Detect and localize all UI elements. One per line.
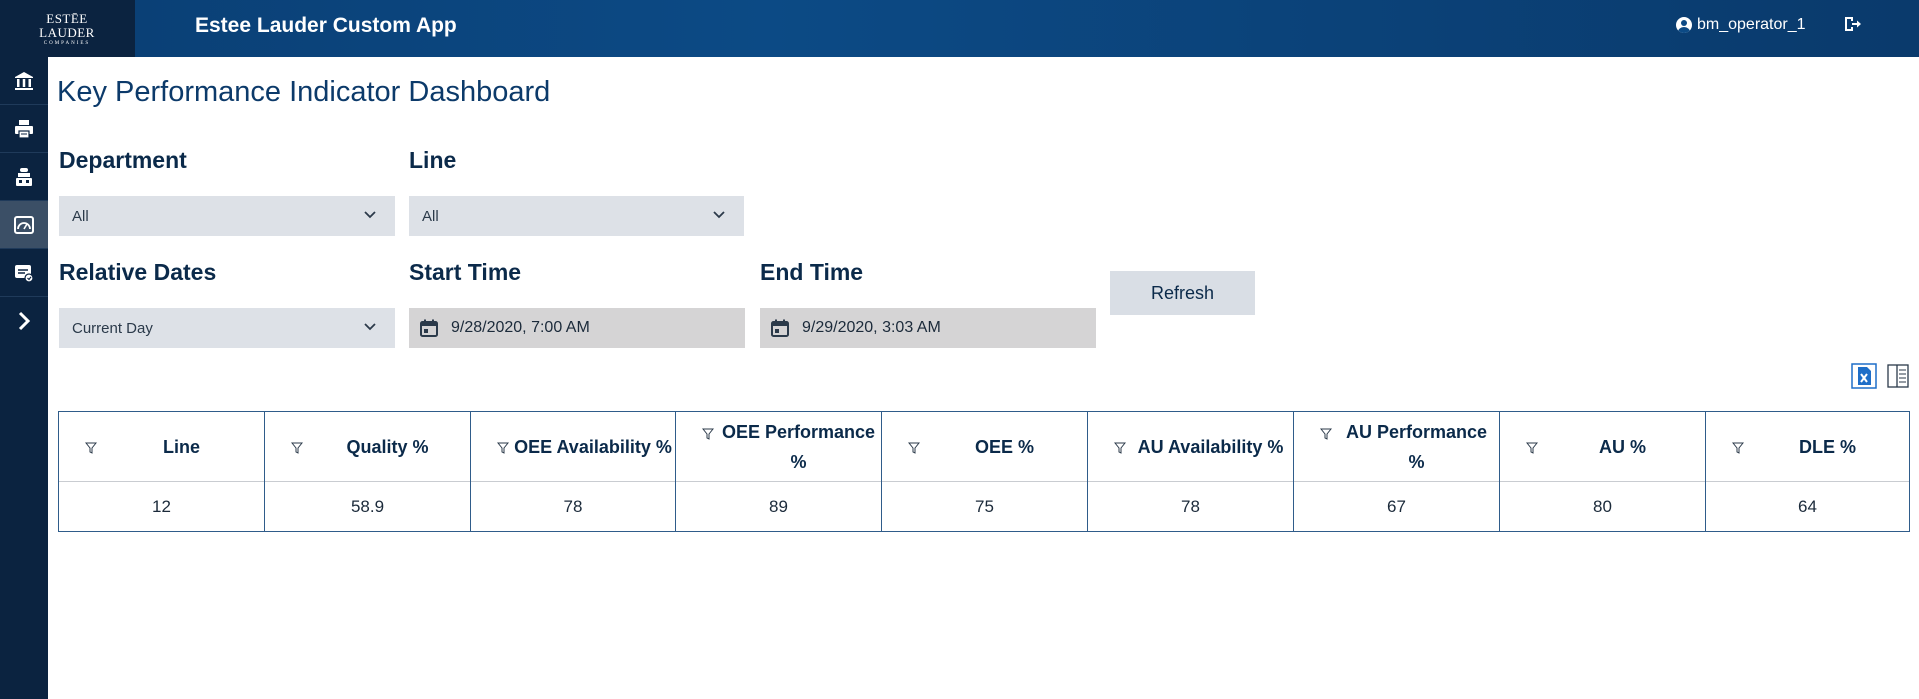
table-cell-au: 80 (1500, 482, 1706, 532)
sidebar-nav (0, 57, 48, 699)
column-chooser-icon[interactable] (1885, 363, 1911, 389)
end-time-field[interactable]: 9/29/2020, 3:03 AM (760, 308, 1096, 348)
calendar-icon (420, 319, 438, 337)
line-value: All (422, 207, 439, 225)
column-header-label: AU Availability % (1137, 437, 1284, 457)
sidebar-expand-toggle[interactable] (0, 297, 48, 345)
relative-dates-select[interactable]: Current Day (59, 308, 395, 348)
logout-icon[interactable] (1842, 14, 1862, 34)
chevron-right-icon (18, 311, 31, 331)
filter-icon[interactable] (908, 442, 920, 454)
department-label: Department (59, 147, 187, 173)
user-menu[interactable]: bm_operator_1 (1676, 16, 1806, 34)
page-title: Key Performance Indicator Dashboard (57, 76, 551, 108)
table-cell-oee-availability: 78 (471, 482, 676, 532)
table-cell-oee: 75 (882, 482, 1088, 532)
start-time-label: Start Time (409, 259, 522, 285)
report-icon (15, 264, 34, 283)
sidebar-item-print[interactable] (0, 105, 48, 153)
chevron-down-icon (364, 323, 376, 331)
line-label: Line (409, 147, 457, 173)
filter-icon[interactable] (702, 428, 714, 440)
dashboard-gauge-icon (14, 215, 34, 234)
logo-container: ESTĒE LAUDER COMPANIES (0, 0, 135, 57)
filter-icon[interactable] (1114, 442, 1126, 454)
relative-dates-value: Current Day (72, 319, 153, 337)
sidebar-item-production[interactable] (0, 153, 48, 201)
filter-icon[interactable] (291, 442, 303, 454)
end-time-label: End Time (760, 259, 864, 285)
sidebar-item-reports[interactable] (0, 249, 48, 297)
column-header-dle[interactable]: DLE % (1706, 412, 1909, 482)
start-time-value: 9/28/2020, 7:00 AM (451, 319, 590, 336)
relative-dates-label: Relative Dates (59, 259, 217, 285)
user-circle-icon (1676, 17, 1692, 33)
chevron-down-icon (713, 211, 725, 219)
end-time-value: 9/29/2020, 3:03 AM (802, 319, 941, 336)
column-header-label: Quality % (346, 437, 429, 457)
table-cell-dle: 64 (1798, 497, 1817, 516)
column-header-au-availability[interactable]: AU Availability % (1088, 412, 1294, 482)
column-header-label: OEE Availability % (514, 437, 672, 457)
table-cell-au-performance: 67 (1294, 482, 1500, 532)
filter-icon[interactable] (1526, 442, 1538, 454)
column-header-oee-availability[interactable]: OEE Availability % (471, 412, 676, 482)
column-header-au[interactable]: AU % (1500, 412, 1706, 482)
app-title: Estee Lauder Custom App (195, 14, 457, 37)
filter-icon[interactable] (85, 442, 97, 454)
column-header-oee[interactable]: OEE % (882, 412, 1088, 482)
table-header-row: Line Quality % OEE Availability % OEE Pe… (59, 412, 1909, 482)
excel-export-icon[interactable] (1851, 363, 1877, 389)
column-header-label: AU % (1598, 437, 1646, 457)
column-header-quality[interactable]: Quality % (265, 412, 471, 482)
column-header-au-performance[interactable]: AU Performance % (1294, 412, 1500, 482)
column-header-label: OEE % (974, 437, 1035, 457)
column-header-label: Line (162, 437, 200, 457)
app-header: ESTĒE LAUDER COMPANIES Estee Lauder Cust… (0, 0, 1919, 57)
department-value: All (72, 207, 89, 225)
table-cell-line: 12 (59, 482, 265, 532)
chevron-down-icon (364, 211, 376, 219)
username: bm_operator_1 (1697, 16, 1806, 33)
table-cell-oee-performance: 89 (676, 482, 882, 532)
sidebar-item-home[interactable] (0, 57, 48, 105)
table-cell-au-availability: 78 (1088, 482, 1294, 532)
line-select[interactable]: All (409, 196, 744, 236)
filter-icon[interactable] (1732, 442, 1744, 454)
table-row[interactable]: 12 58.9 78 89 75 78 67 80 64 (59, 482, 1909, 532)
column-header-label: AU Performance % (1345, 422, 1488, 472)
factory-icon (16, 167, 32, 186)
printer-icon (15, 119, 33, 139)
filter-icon[interactable] (1320, 428, 1332, 440)
sidebar-item-kpi-dashboard[interactable] (0, 201, 48, 249)
column-header-label: OEE Performance % (721, 422, 876, 472)
start-time-field[interactable]: 9/28/2020, 7:00 AM (409, 308, 745, 348)
column-header-label: DLE % (1798, 437, 1856, 457)
company-logo: ESTĒE LAUDER COMPANIES (39, 11, 95, 46)
calendar-icon (771, 319, 789, 337)
column-header-oee-performance[interactable]: OEE Performance % (676, 412, 882, 482)
department-select[interactable]: All (59, 196, 395, 236)
bank-icon (15, 71, 33, 90)
refresh-button[interactable]: Refresh (1110, 271, 1255, 315)
table-cell-quality: 58.9 (265, 482, 471, 532)
kpi-table: Line Quality % OEE Availability % OEE Pe… (58, 411, 1910, 532)
filter-icon[interactable] (497, 442, 509, 454)
column-header-line[interactable]: Line (59, 412, 265, 482)
